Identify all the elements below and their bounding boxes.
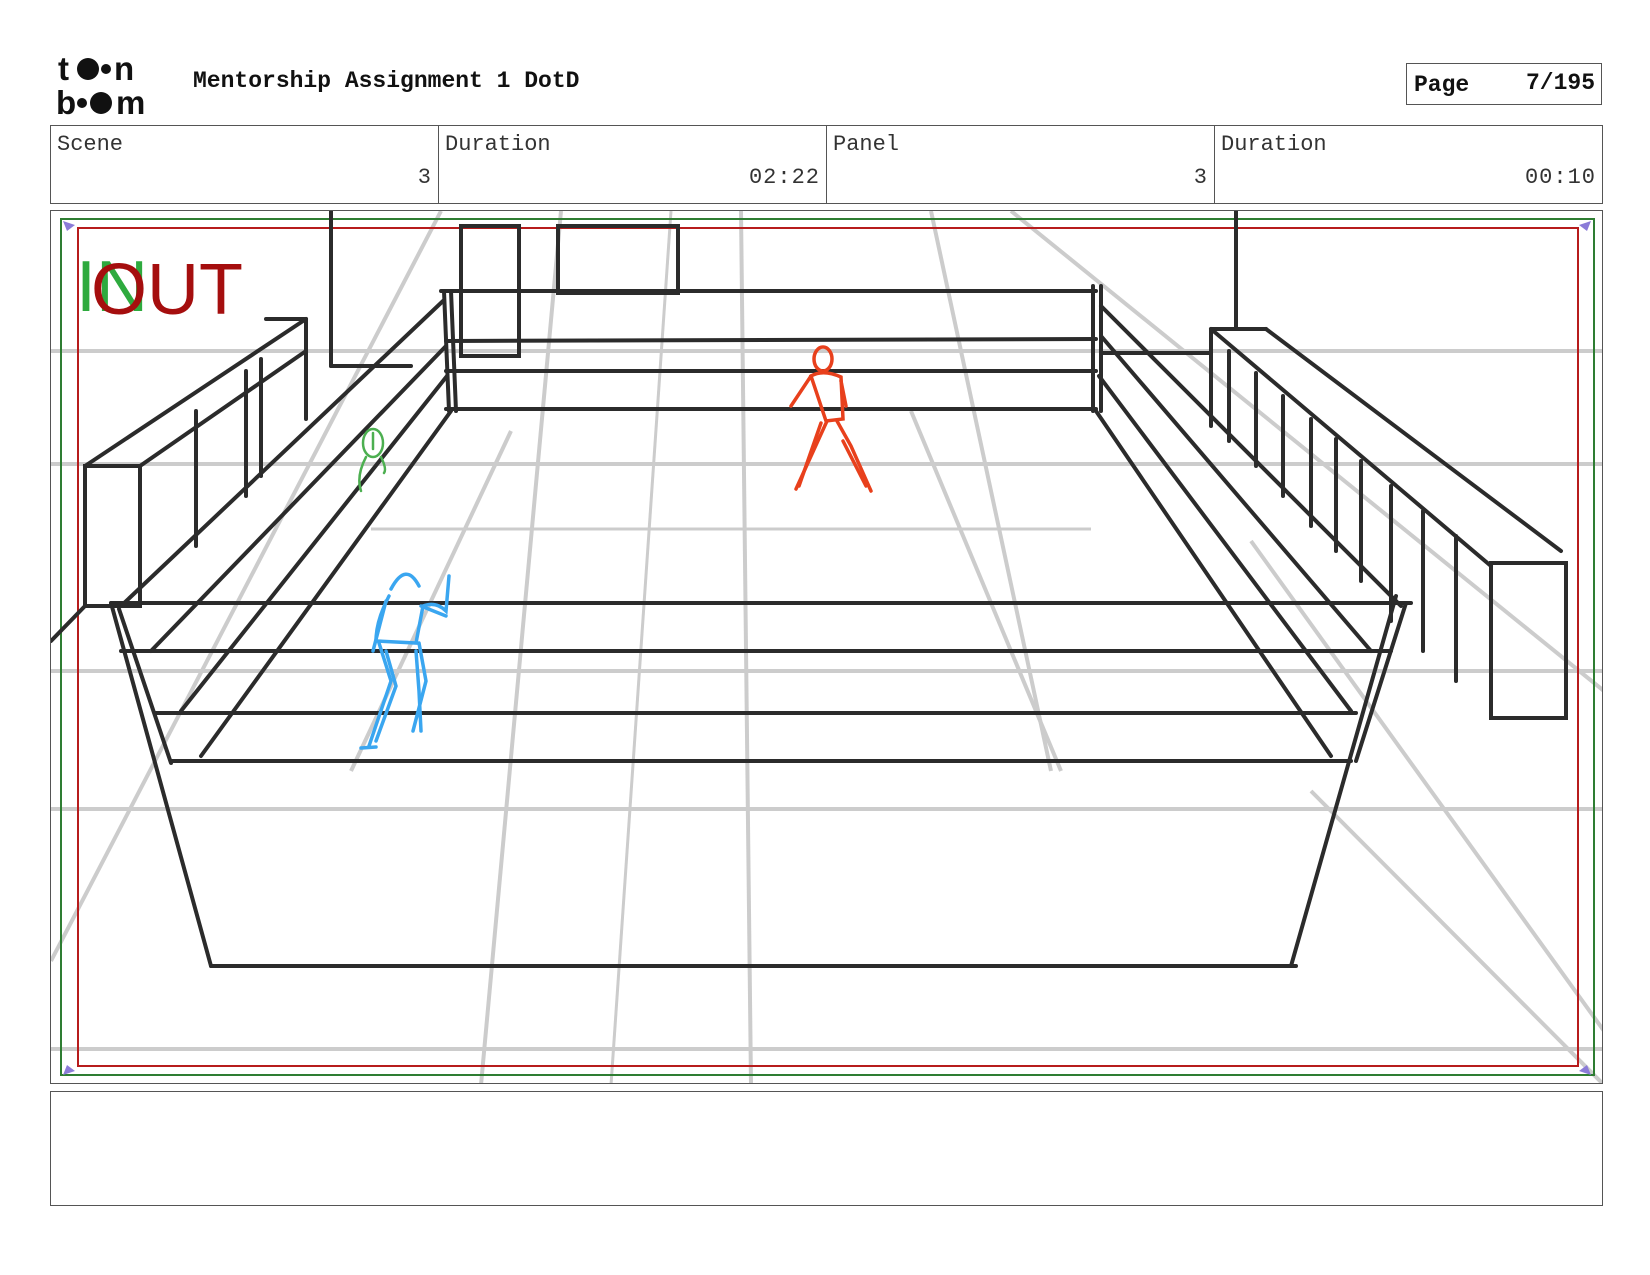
- scene-cell: Scene 3: [51, 126, 439, 203]
- boxing-ring: [51, 211, 1568, 968]
- red-fighter-figure: [789, 345, 873, 493]
- panel-duration-cell: Duration 00:10: [1215, 126, 1602, 203]
- scene-duration-cell: Duration 02:22: [439, 126, 827, 203]
- svg-text:m: m: [116, 84, 145, 118]
- panel-duration-label: Duration: [1221, 132, 1327, 157]
- project-title: Mentorship Assignment 1 DotD: [193, 68, 580, 94]
- toon-boom-logo: t n b m: [56, 50, 145, 118]
- panel-sketch: IN OUT: [51, 211, 1602, 1083]
- page-number: 7/195: [1525, 70, 1595, 96]
- panel-notes-box: [50, 1091, 1603, 1206]
- svg-text:n: n: [114, 50, 134, 87]
- page-label: Page: [1414, 72, 1470, 98]
- storyboard-panel: IN OUT: [50, 210, 1603, 1084]
- scene-value: 3: [417, 165, 432, 190]
- panel-duration-value: 00:10: [1524, 165, 1596, 190]
- panel-label: Panel: [833, 132, 900, 157]
- svg-text:b: b: [56, 84, 76, 118]
- out-marker: OUT: [91, 250, 243, 330]
- page-indicator: Page 7/195: [1406, 63, 1602, 105]
- panel-cell: Panel 3: [827, 126, 1215, 203]
- svg-text:t: t: [58, 50, 69, 87]
- scene-duration-label: Duration: [445, 132, 551, 157]
- panel-value: 3: [1193, 165, 1208, 190]
- panel-info-row: Scene 3 Duration 02:22 Panel 3 Duration …: [50, 125, 1603, 204]
- scene-duration-value: 02:22: [748, 165, 820, 190]
- scene-label: Scene: [57, 132, 124, 157]
